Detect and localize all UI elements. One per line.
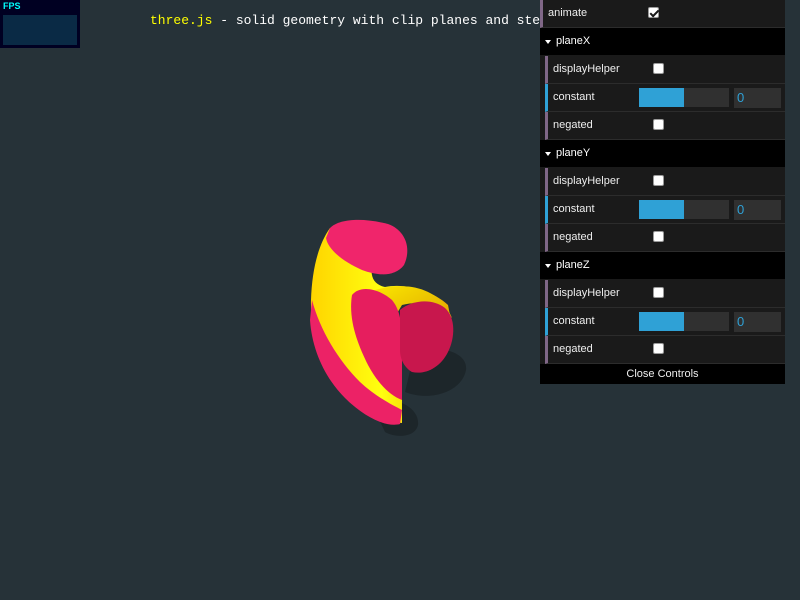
planey-constant-slider-fill xyxy=(639,200,684,219)
threejs-link[interactable]: three.js xyxy=(150,13,212,28)
fps-label: FPS xyxy=(3,1,21,11)
folder-planez-title: planeZ xyxy=(556,259,590,271)
planez-constant-row[interactable]: constant 0 xyxy=(545,308,785,336)
planey-displayhelper-label: displayHelper xyxy=(553,175,620,187)
planex-negated-label: negated xyxy=(553,119,593,131)
folder-planey[interactable]: planeY xyxy=(540,140,785,168)
planez-constant-slider[interactable] xyxy=(639,312,729,331)
animate-checkbox[interactable] xyxy=(648,7,659,18)
chevron-down-icon xyxy=(545,152,551,156)
planez-negated-checkbox[interactable] xyxy=(653,343,664,354)
planez-displayhelper-checkbox[interactable] xyxy=(653,287,664,298)
folder-planez[interactable]: planeZ xyxy=(540,252,785,280)
controls-panel: animate planeX displayHelper constant 0 … xyxy=(540,0,785,384)
folder-planex-title: planeX xyxy=(556,35,591,47)
planex-displayhelper-label: displayHelper xyxy=(553,63,620,75)
planex-negated-row[interactable]: negated xyxy=(545,112,785,140)
planez-negated-label: negated xyxy=(553,343,593,355)
planey-constant-slider[interactable] xyxy=(639,200,729,219)
planex-negated-checkbox[interactable] xyxy=(653,119,664,130)
animate-label: animate xyxy=(548,7,588,19)
planey-constant-row[interactable]: constant 0 xyxy=(545,196,785,224)
planey-displayhelper-row[interactable]: displayHelper xyxy=(545,168,785,196)
fps-graph xyxy=(3,15,77,45)
info-text: three.js - solid geometry with clip plan… xyxy=(150,13,540,29)
planex-constant-row[interactable]: constant 0 xyxy=(545,84,785,112)
info-description: - solid geometry with clip planes and st… xyxy=(212,13,541,28)
planex-constant-slider-fill xyxy=(639,88,684,107)
planey-negated-row[interactable]: negated xyxy=(545,224,785,252)
planex-displayhelper-checkbox[interactable] xyxy=(653,63,664,74)
planex-constant-slider[interactable] xyxy=(639,88,729,107)
planex-constant-label: constant xyxy=(553,91,595,103)
planey-negated-checkbox[interactable] xyxy=(653,231,664,242)
stats-panel[interactable]: FPS xyxy=(0,0,80,48)
planez-displayhelper-label: displayHelper xyxy=(553,287,620,299)
folder-planex[interactable]: planeX xyxy=(540,28,785,56)
planey-negated-label: negated xyxy=(553,231,593,243)
chevron-down-icon xyxy=(545,40,551,44)
chevron-down-icon xyxy=(545,264,551,268)
planez-displayhelper-row[interactable]: displayHelper xyxy=(545,280,785,308)
animate-row[interactable]: animate xyxy=(540,0,785,28)
planey-constant-label: constant xyxy=(553,203,595,215)
planez-constant-input[interactable]: 0 xyxy=(734,312,781,332)
planez-constant-label: constant xyxy=(553,315,595,327)
planez-negated-row[interactable]: negated xyxy=(545,336,785,364)
planex-displayhelper-row[interactable]: displayHelper xyxy=(545,56,785,84)
planey-displayhelper-checkbox[interactable] xyxy=(653,175,664,186)
folder-planey-title: planeY xyxy=(556,147,591,159)
planex-constant-input[interactable]: 0 xyxy=(734,88,781,108)
planez-constant-slider-fill xyxy=(639,312,684,331)
planey-constant-input[interactable]: 0 xyxy=(734,200,781,220)
close-controls-button[interactable]: Close Controls xyxy=(540,364,785,384)
